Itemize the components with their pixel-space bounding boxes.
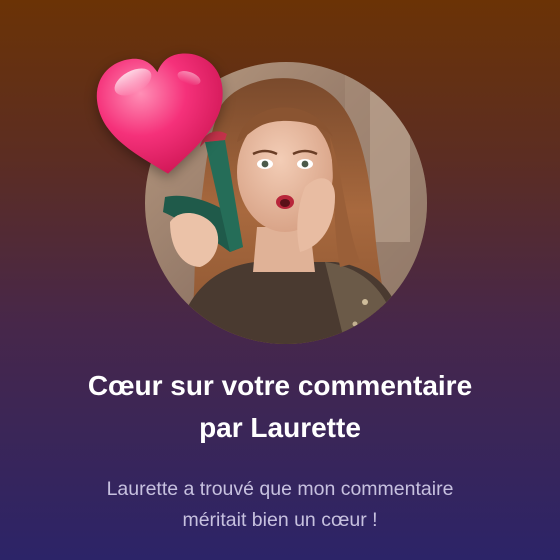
heart-icon	[93, 52, 231, 180]
notification-title: Cœur sur votre commentaire par Laurette	[20, 365, 540, 449]
message-line: méritait bien un cœur !	[182, 509, 378, 531]
notification-message: Laurette a trouvé que mon commentaire mé…	[40, 474, 520, 536]
heart-notification-card: Cœur sur votre commentaire par Laurette …	[0, 0, 560, 560]
title-line: Cœur sur votre commentaire	[87, 370, 473, 401]
title-line: par Laurette	[199, 412, 361, 443]
message-line: Laurette a trouvé que mon commentaire	[106, 478, 454, 500]
